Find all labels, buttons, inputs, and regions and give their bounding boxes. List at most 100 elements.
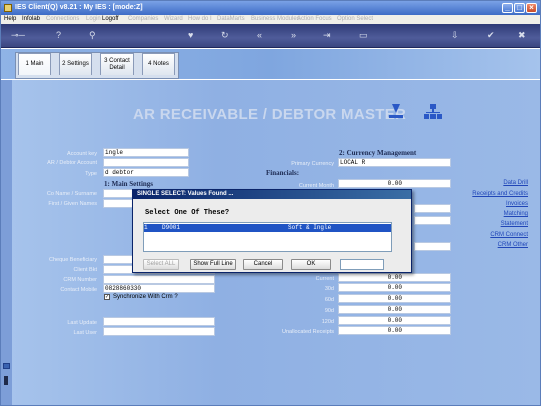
menu-wizard[interactable]: Wizard (164, 16, 183, 22)
minimize-button[interactable]: _ (502, 3, 513, 13)
type-field[interactable]: d debtor (103, 168, 189, 177)
dialog-input[interactable] (340, 259, 384, 270)
tab-notes[interactable]: 4 Notes (142, 53, 175, 75)
co-name-field[interactable] (103, 189, 133, 198)
key-icon[interactable]: ⊸─ (11, 31, 25, 40)
menu-infolab[interactable]: Infolab (22, 16, 40, 22)
90d-label: 90d (324, 308, 334, 314)
select-all-button[interactable]: Select ALL (143, 259, 179, 270)
check-icon[interactable]: ✔ (487, 31, 495, 40)
sync-crm-checkbox[interactable]: ✓ (104, 294, 110, 300)
list-item[interactable]: 1 D9001 Soft & Ingle (144, 224, 391, 232)
current-label: Current (315, 276, 334, 282)
hierarchy-icon[interactable] (424, 104, 442, 120)
end-icon[interactable]: ⇥ (323, 31, 331, 40)
maximize-button[interactable]: □ (514, 3, 525, 13)
last-update-field[interactable] (103, 317, 215, 326)
forward-icon[interactable]: » (291, 31, 296, 40)
rewind-icon[interactable]: « (257, 31, 262, 40)
financials-field-b (414, 216, 451, 225)
toolbar: ⊸─ ? ⚲ ♥ ↻ « » ⇥ ▭ ⇩ ✔ ✖ (1, 24, 540, 48)
dialog-prompt: Select One Of These? (145, 209, 230, 217)
download-icon[interactable] (389, 104, 403, 118)
first-name-label: First / Given Names (48, 201, 97, 207)
menu-login[interactable]: Login (86, 16, 101, 22)
menu-companies[interactable]: Companies (128, 16, 158, 22)
menu-datamarts[interactable]: DataMarts (217, 16, 245, 22)
window-title: IES Client(Q) v8.21 : My IES : [mode:Z] (15, 4, 143, 11)
60d-field: 0.00 (338, 294, 451, 303)
dialog-title: SINGLE SELECT: Values Found ... (133, 190, 411, 199)
contact-mobile-label: Contact Mobile (60, 287, 97, 293)
cancel-icon[interactable]: ✖ (518, 31, 526, 40)
financials-field-c (414, 242, 451, 251)
primary-currency-field[interactable]: LOCAL R (338, 158, 451, 167)
ok-button[interactable]: OK (291, 259, 331, 270)
menu-how-do-i[interactable]: How do I (188, 16, 212, 22)
close-button[interactable]: × (526, 3, 537, 13)
left-sidebar (1, 80, 12, 405)
last-user-field[interactable] (103, 327, 215, 336)
type-label: Type (85, 171, 97, 177)
link-statement[interactable]: Statement (501, 221, 528, 227)
menu-bar: Help Infolab Connections Login Logoff Co… (1, 15, 540, 24)
menu-help[interactable]: Help (4, 16, 16, 22)
account-key-label: Account key (67, 151, 97, 157)
help-icon[interactable]: ? (56, 31, 61, 40)
account-key-field[interactable]: ingle (103, 148, 189, 157)
cheque-beneficiary-label: Cheque Beneficiary (48, 257, 97, 263)
120d-label: 120d (321, 319, 334, 325)
30d-field: 0.00 (338, 283, 451, 292)
debtor-account-field[interactable] (103, 158, 189, 167)
search-icon[interactable]: ⚲ (89, 31, 96, 40)
menu-logoff[interactable]: Logoff (102, 16, 119, 22)
tab-strip: 1 Main 2 Settings 3 Contact Detail 4 Not… (1, 49, 540, 79)
menu-option-select[interactable]: Option Select (337, 16, 373, 22)
app-icon (4, 4, 12, 12)
90d-field: 0.00 (338, 305, 451, 314)
screen-icon[interactable] (3, 363, 10, 369)
menu-business-modules[interactable]: Business Modules (251, 16, 300, 22)
primary-currency-label: Primary Currency (291, 161, 334, 167)
tab-settings[interactable]: 2 Settings (59, 53, 92, 75)
contact-mobile-field[interactable]: 0828860330 (103, 284, 215, 293)
crm-number-label: CRM Number (63, 277, 97, 283)
show-full-line-button[interactable]: Show Full Line (190, 259, 236, 270)
sync-crm-label: Synchronize With Crm ? (113, 294, 178, 300)
co-name-label: Co Name / Surname (46, 191, 97, 197)
120d-field: 0.00 (338, 316, 451, 325)
cancel-button[interactable]: Cancel (243, 259, 283, 270)
link-matching[interactable]: Matching (504, 211, 528, 217)
client-bkt-label: Client Bkt (73, 267, 97, 273)
30d-label: 30d (324, 286, 334, 292)
link-crm-other[interactable]: CRM Other (498, 242, 528, 248)
page-title: AR RECEIVABLE / DEBTOR MASTER (133, 106, 407, 123)
link-invoices[interactable]: Invoices (506, 201, 528, 207)
current-month-field: 0.00 (338, 179, 451, 188)
link-crm-connect[interactable]: CRM Connect (490, 232, 528, 238)
last-update-label: Last Update (67, 320, 97, 326)
values-list[interactable]: 1 D9001 Soft & Ingle (143, 222, 392, 252)
save-icon[interactable]: ⇩ (451, 31, 459, 40)
financials-field-a (414, 204, 451, 213)
main-settings-heading: 1: Main Settings (104, 180, 153, 188)
tab-main[interactable]: 1 Main (18, 53, 51, 75)
unallocated-field: 0.00 (338, 326, 451, 335)
debtor-account-label: AR / Debtor Account (47, 160, 97, 166)
app-window: IES Client(Q) v8.21 : My IES : [mode:Z] … (0, 0, 541, 406)
refresh-icon[interactable]: ↻ (221, 31, 229, 40)
menu-connections[interactable]: Connections (46, 16, 79, 22)
tab-contact-detail[interactable]: 3 Contact Detail (100, 53, 134, 75)
last-user-label: Last User (73, 330, 97, 336)
link-data-drill[interactable]: Data Drill (503, 180, 528, 186)
current-field: 0.00 (338, 273, 451, 282)
menu-action-focus[interactable]: Action Focus (297, 16, 332, 22)
crm-number-field[interactable] (103, 275, 215, 284)
financials-heading: Financials: (266, 169, 300, 177)
first-name-field[interactable] (103, 199, 133, 208)
single-select-dialog: SINGLE SELECT: Values Found ... Select O… (132, 189, 412, 273)
heart-icon[interactable]: ♥ (188, 31, 193, 40)
link-receipts-and-credits[interactable]: Receipts and Credits (472, 191, 528, 197)
document-icon[interactable]: ▭ (359, 31, 368, 40)
info-icon[interactable] (4, 376, 8, 385)
